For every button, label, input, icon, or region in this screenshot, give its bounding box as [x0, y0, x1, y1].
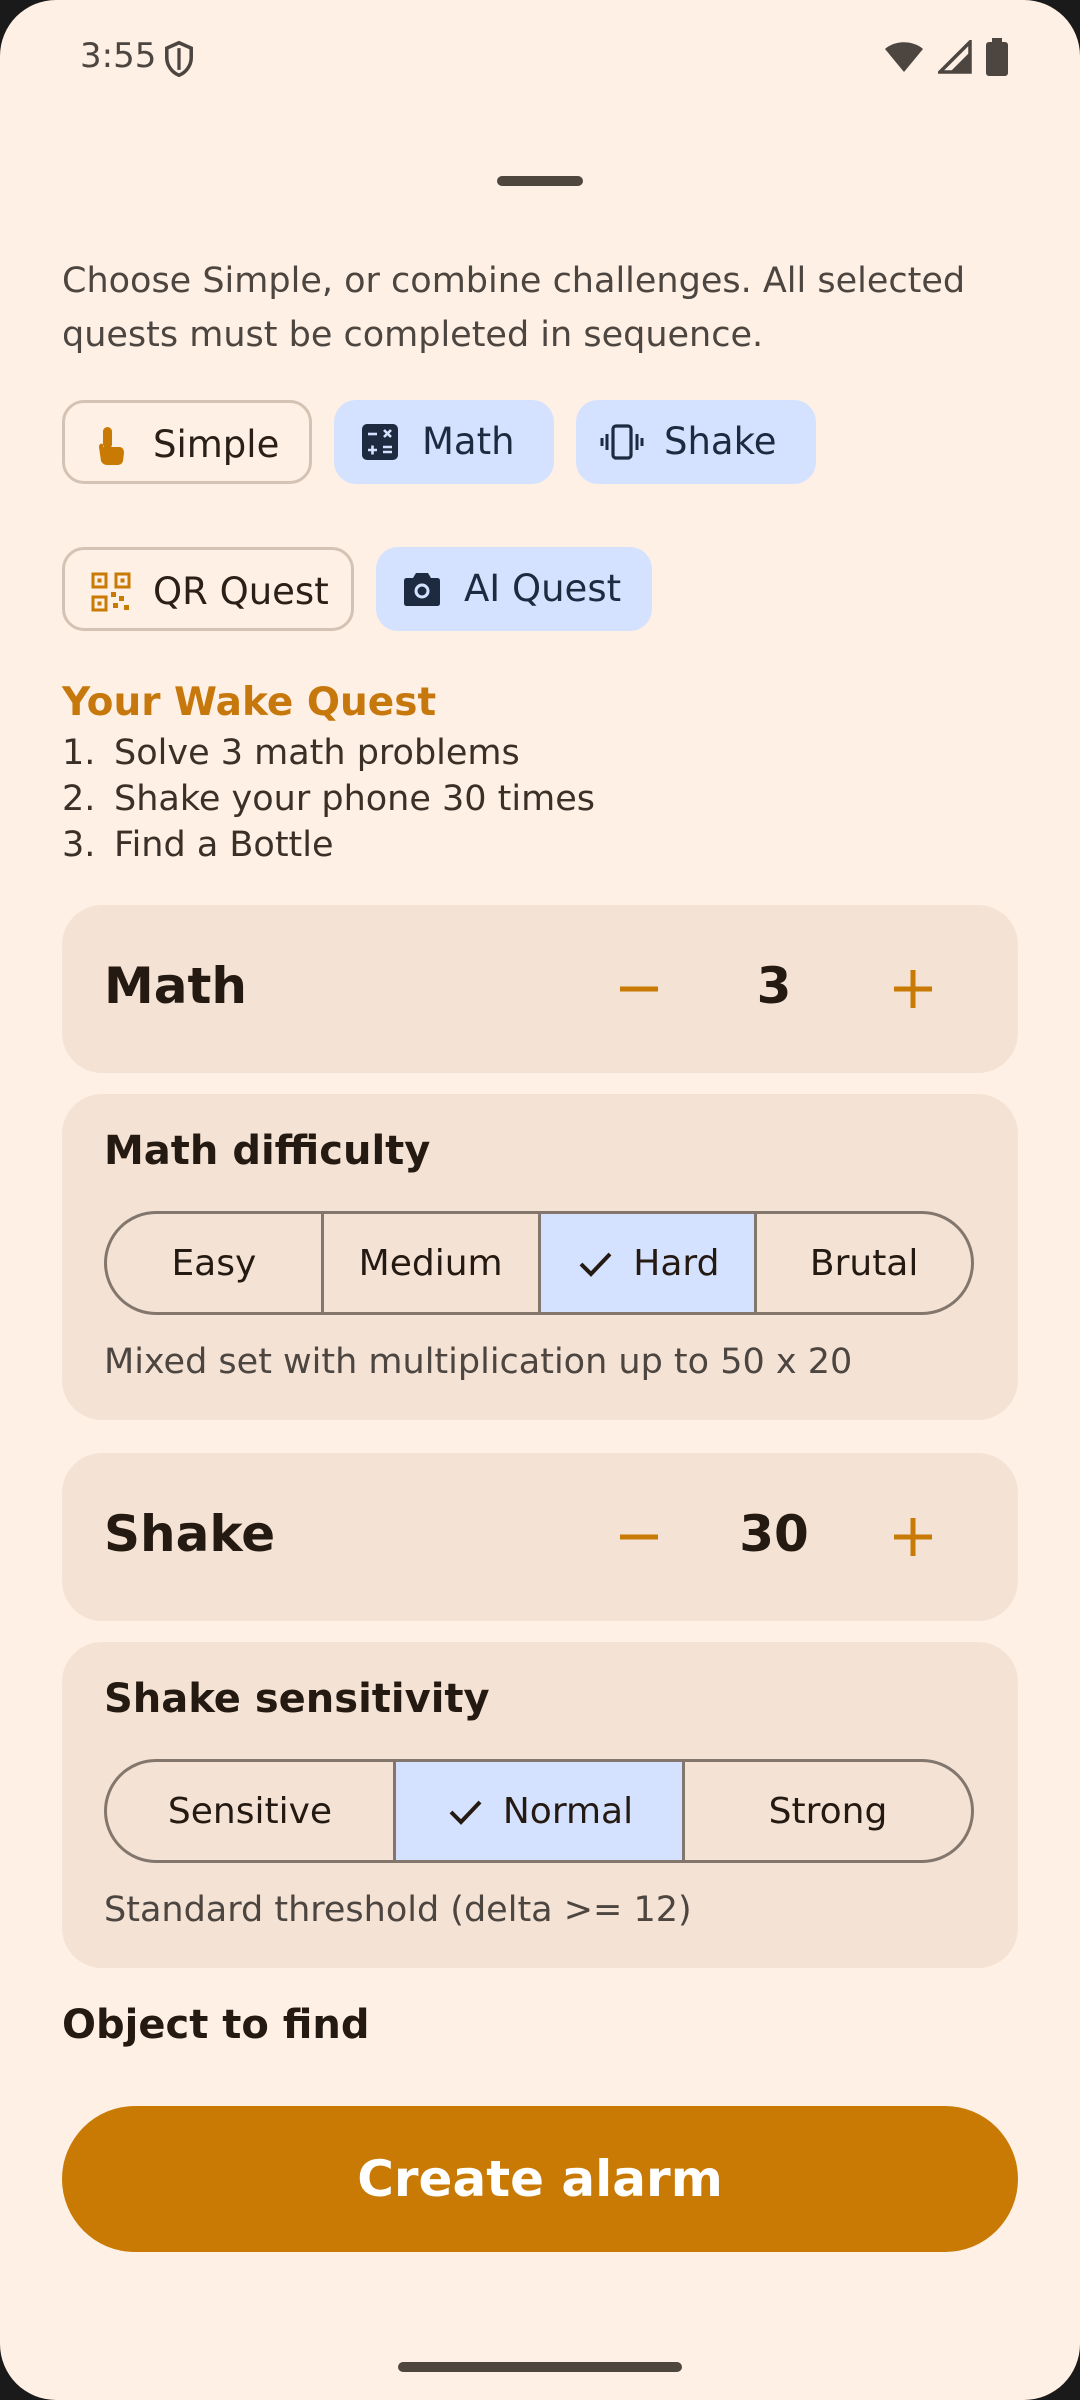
- object-to-find-label: Object to find: [62, 2002, 370, 2048]
- chip-label: AI Quest: [464, 567, 622, 610]
- shake-sensitivity-description: Standard threshold (delta >= 12): [104, 1890, 692, 1930]
- chip-ai-quest[interactable]: AI Quest: [376, 547, 652, 631]
- math-difficulty-card: Math difficulty Easy Medium Hard Brutal …: [62, 1094, 1018, 1420]
- quest-item-number: 2.: [62, 779, 96, 819]
- wifi-icon: [885, 42, 923, 72]
- difficulty-option-hard[interactable]: Hard: [540, 1214, 758, 1312]
- minus-icon[interactable]: [604, 1502, 674, 1572]
- sensitivity-option-label: Strong: [768, 1790, 888, 1832]
- qr-code-icon: [91, 572, 131, 612]
- chip-math[interactable]: Math: [334, 400, 554, 484]
- math-count-card: Math 3: [62, 905, 1018, 1073]
- quest-list: 1. Solve 3 math problems 2. Shake your p…: [62, 730, 595, 868]
- difficulty-option-medium[interactable]: Medium: [324, 1214, 541, 1312]
- shake-count-title: Shake: [104, 1505, 276, 1563]
- difficulty-option-label: Hard: [633, 1242, 720, 1284]
- math-count-value: 3: [756, 957, 792, 1015]
- cell-signal-icon: [938, 40, 972, 74]
- math-difficulty-title: Math difficulty: [104, 1128, 431, 1174]
- quest-item-number: 3.: [62, 825, 96, 865]
- check-icon: [449, 1800, 482, 1825]
- shake-count-card: Shake 30: [62, 1453, 1018, 1621]
- chip-label: Simple: [153, 423, 280, 466]
- bottom-sheet-drag-handle[interactable]: [497, 176, 583, 186]
- tap-hand-icon: [99, 427, 124, 465]
- battery-icon: [986, 38, 1008, 76]
- difficulty-option-easy[interactable]: Easy: [107, 1214, 324, 1312]
- plus-icon[interactable]: [878, 954, 948, 1024]
- quest-item-text: Find a Bottle: [114, 825, 334, 865]
- shake-sensitivity-card: Shake sensitivity Sensitive Normal Stron…: [62, 1642, 1018, 1968]
- chip-label: QR Quest: [153, 570, 329, 613]
- minus-icon[interactable]: [604, 954, 674, 1024]
- sensitivity-option-label: Sensitive: [167, 1790, 333, 1832]
- math-count-title: Math: [104, 957, 247, 1015]
- difficulty-option-label: Easy: [171, 1242, 257, 1284]
- difficulty-option-label: Medium: [358, 1242, 503, 1284]
- create-alarm-button[interactable]: Create alarm: [62, 2106, 1018, 2252]
- sensitivity-option-normal[interactable]: Normal: [396, 1762, 685, 1860]
- home-indicator[interactable]: [398, 2362, 682, 2372]
- chip-shake[interactable]: Shake: [576, 400, 816, 484]
- vibrate-icon: [600, 424, 644, 460]
- screen: 3:55 Choose Simple, or combine challenge…: [0, 0, 1080, 2400]
- camera-icon: [404, 573, 440, 606]
- sensitivity-option-label: Normal: [502, 1790, 634, 1832]
- math-difficulty-segmented-control: Easy Medium Hard Brutal: [104, 1211, 974, 1315]
- chip-label: Shake: [664, 420, 777, 463]
- shake-sensitivity-segmented-control: Sensitive Normal Strong: [104, 1759, 974, 1863]
- status-bar: 3:55: [0, 0, 1080, 120]
- sensitivity-option-strong[interactable]: Strong: [685, 1762, 971, 1860]
- shake-count-value: 30: [739, 1505, 809, 1563]
- shake-sensitivity-title: Shake sensitivity: [104, 1676, 490, 1722]
- plus-icon[interactable]: [878, 1502, 948, 1572]
- quest-item-text: Shake your phone 30 times: [114, 779, 595, 819]
- quest-item-text: Solve 3 math problems: [114, 733, 520, 773]
- chip-qr-quest[interactable]: QR Quest: [62, 547, 354, 631]
- quest-title: Your Wake Quest: [62, 680, 437, 725]
- intro-text: Choose Simple, or combine challenges. Al…: [62, 261, 966, 355]
- list-item: 2. Shake your phone 30 times: [62, 776, 595, 822]
- calculator-icon: [362, 424, 398, 460]
- difficulty-option-label: Brutal: [809, 1242, 919, 1284]
- chip-label: Math: [422, 420, 515, 463]
- list-item: 3. Find a Bottle: [62, 822, 595, 868]
- list-item: 1. Solve 3 math problems: [62, 730, 595, 776]
- status-icons: [884, 38, 1008, 76]
- shield-icon: [165, 40, 193, 78]
- status-time: 3:55: [80, 36, 157, 76]
- math-difficulty-description: Mixed set with multiplication up to 50 x…: [104, 1342, 853, 1382]
- difficulty-option-brutal[interactable]: Brutal: [757, 1214, 971, 1312]
- chip-simple[interactable]: Simple: [62, 400, 312, 484]
- quest-item-number: 1.: [62, 733, 96, 773]
- check-icon: [579, 1252, 612, 1277]
- sensitivity-option-sensitive[interactable]: Sensitive: [107, 1762, 396, 1860]
